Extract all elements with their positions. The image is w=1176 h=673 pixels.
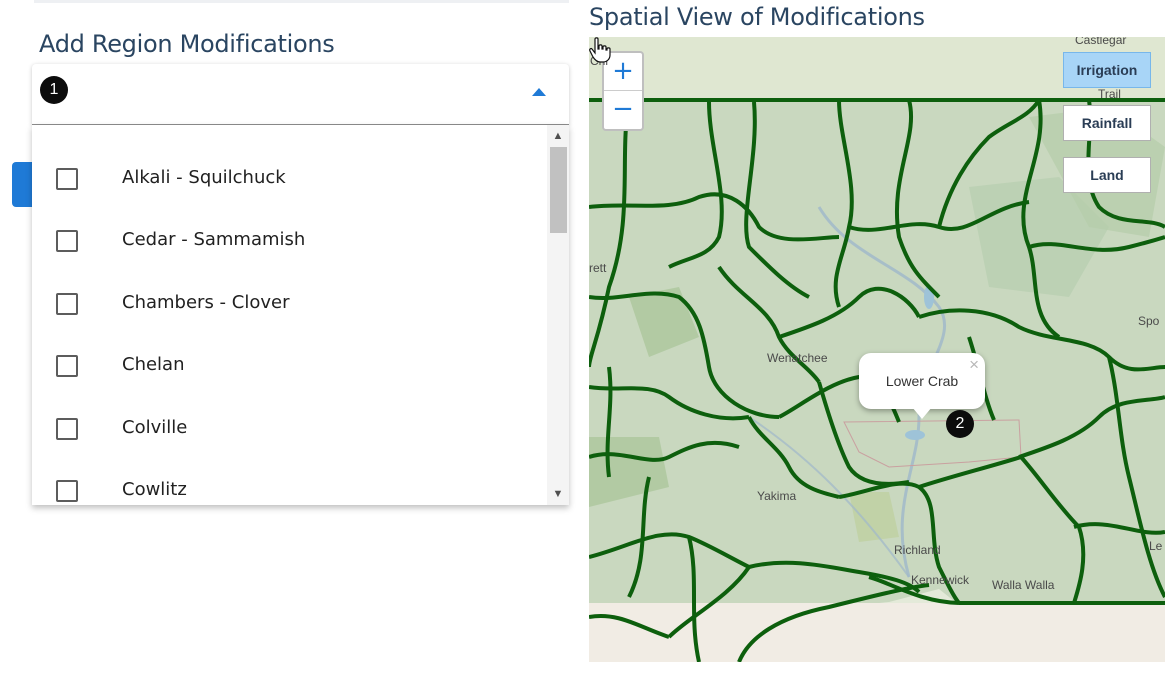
- region-popup: Lower Crab ×: [859, 353, 985, 419]
- region-option-label: Cedar - Sammamish: [122, 229, 306, 250]
- region-option-label: Chambers - Clover: [122, 292, 290, 313]
- rainfall-layer-button[interactable]: Rainfall: [1063, 105, 1151, 141]
- checkbox[interactable]: [56, 355, 78, 377]
- checkbox[interactable]: [56, 480, 78, 502]
- region-option-label: Colville: [122, 417, 188, 438]
- region-option[interactable]: Chelan: [32, 324, 547, 386]
- zoom-control: + −: [602, 51, 644, 131]
- checkbox[interactable]: [56, 293, 78, 315]
- map-label-walla-walla: Walla Walla: [992, 578, 1055, 592]
- region-option-label: Cowlitz: [122, 479, 187, 500]
- region-option-label: Chelan: [122, 354, 185, 375]
- close-icon[interactable]: ×: [969, 355, 979, 375]
- checkbox[interactable]: [56, 168, 78, 190]
- map-label-trail: Trail: [1098, 87, 1121, 101]
- region-option[interactable]: Cowlitz: [32, 449, 547, 505]
- land-layer-button[interactable]: Land: [1063, 157, 1151, 193]
- scrollbar-thumb[interactable]: [550, 147, 567, 233]
- map-label-yakima: Yakima: [757, 489, 797, 503]
- region-option-label: Alkali - Squilchuck: [122, 167, 286, 188]
- map-label-wenatchee: Wenatchee: [767, 351, 828, 365]
- map-label-richland: Richland: [894, 543, 941, 557]
- checkbox[interactable]: [56, 418, 78, 440]
- popup-region-name: Lower Crab: [885, 373, 959, 389]
- region-options-list[interactable]: Alkali - Squilchuck Cedar - Sammamish Ch…: [32, 125, 569, 505]
- map-label-le: Le: [1149, 539, 1163, 553]
- region-option[interactable]: Chambers - Clover: [32, 262, 547, 324]
- map-label-rett: rett: [589, 261, 607, 275]
- region-option[interactable]: Colville: [32, 387, 547, 449]
- zoom-out-button[interactable]: −: [604, 91, 642, 128]
- scroll-down-arrow-icon[interactable]: ▼: [547, 485, 569, 503]
- popup-tip: [912, 407, 932, 419]
- map-label-spokane: Spo: [1138, 314, 1160, 328]
- top-divider: [34, 0, 569, 3]
- add-region-modifications-title: Add Region Modifications: [39, 30, 335, 58]
- scrollbar[interactable]: ▲ ▼: [547, 125, 569, 505]
- spatial-view-title: Spatial View of Modifications: [589, 3, 925, 31]
- scroll-up-arrow-icon[interactable]: ▲: [547, 127, 569, 145]
- map-label-castlegar: Castlegar: [1075, 37, 1127, 47]
- step-badge-2: 2: [946, 410, 974, 438]
- step-badge-1: 1: [40, 76, 68, 104]
- checkbox[interactable]: [56, 230, 78, 252]
- caret-up-icon[interactable]: [532, 88, 546, 96]
- irrigation-layer-button[interactable]: Irrigation: [1063, 52, 1151, 88]
- hand-pointer-icon: [589, 37, 611, 63]
- map-label-kennewick: Kennewick: [911, 573, 970, 587]
- region-option[interactable]: Alkali - Squilchuck: [32, 137, 547, 199]
- map-view[interactable]: + − Irrigation Rainfall Land Wenatchee Y…: [589, 37, 1165, 662]
- region-select[interactable]: 1: [32, 64, 569, 125]
- region-option[interactable]: Cedar - Sammamish: [32, 199, 547, 261]
